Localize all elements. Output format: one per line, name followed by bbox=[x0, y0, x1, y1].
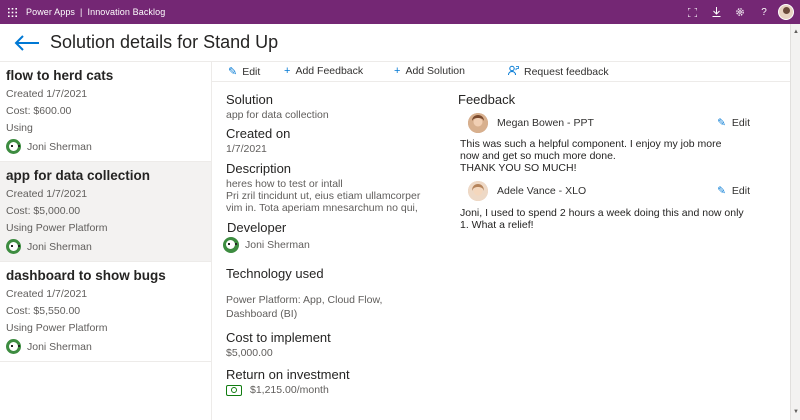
technology-line: Power Platform: App, Cloud Flow, bbox=[226, 294, 383, 306]
feedback-text: This was such a helpful component. I enj… bbox=[458, 138, 758, 174]
panda-avatar-icon bbox=[6, 239, 21, 254]
request-feedback-label: Request feedback bbox=[524, 66, 609, 78]
app-title: Innovation Backlog bbox=[87, 7, 166, 17]
cost-label: Cost to implement bbox=[226, 330, 331, 345]
plus-icon: + bbox=[284, 65, 291, 77]
scroll-up-icon[interactable]: ▲ bbox=[792, 28, 800, 36]
roi-label: Return on investment bbox=[226, 367, 350, 382]
title-separator: | bbox=[80, 7, 83, 17]
feedback-text-line: This was such a helpful component. I enj… bbox=[460, 138, 722, 150]
panda-avatar-icon bbox=[6, 139, 21, 154]
add-solution-button[interactable]: + Add Solution bbox=[394, 65, 465, 77]
list-item-using: Using bbox=[6, 122, 33, 134]
top-bar-actions: ? bbox=[680, 0, 800, 24]
download-icon[interactable] bbox=[704, 0, 728, 24]
solution-detail-panel: Solution app for data collection Created… bbox=[223, 92, 446, 396]
feedback-author: Megan Bowen - PPT bbox=[497, 117, 594, 129]
fit-screen-icon[interactable] bbox=[680, 0, 704, 24]
description-line: heres how to test or intall bbox=[226, 178, 343, 190]
description-line: Pri zril tincidunt ut, eius etiam ullamc… bbox=[226, 190, 421, 202]
list-item-title: app for data collection bbox=[6, 168, 151, 183]
request-feedback-button[interactable]: Request feedback bbox=[508, 65, 609, 79]
description-line: vim in. Tota aperiam mnesarchum no qui, bbox=[226, 202, 418, 214]
edit-label: Edit bbox=[242, 65, 261, 78]
developer-label: Developer bbox=[227, 220, 287, 235]
pencil-icon: ✎ bbox=[717, 117, 726, 129]
command-bar: ✎ Edit + Add Feedback + Add Solution Req… bbox=[212, 62, 790, 82]
feedback-heading: Feedback bbox=[458, 92, 516, 107]
feedback-text: Joni, I used to spend 2 hours a week doi… bbox=[458, 207, 758, 231]
edit-label: Edit bbox=[731, 185, 750, 197]
solution-value: app for data collection bbox=[226, 109, 329, 121]
solution-label: Solution bbox=[226, 92, 273, 107]
back-button[interactable] bbox=[12, 32, 42, 54]
panda-avatar-icon bbox=[223, 237, 239, 253]
feedback-panel: Feedback Megan Bowen - PPT ✎ Edit This w… bbox=[458, 92, 758, 231]
list-item-using: Using Power Platform bbox=[6, 222, 108, 234]
add-feedback-button[interactable]: + Add Feedback bbox=[284, 65, 363, 77]
created-label: Created on bbox=[226, 126, 291, 141]
feedback-author: Adele Vance - XLO bbox=[497, 185, 587, 197]
feedback-text-line: now and get so much more done. bbox=[460, 150, 616, 162]
add-feedback-label: Add Feedback bbox=[295, 65, 364, 77]
feedback-entry-header: Megan Bowen - PPT ✎ Edit bbox=[458, 112, 758, 134]
list-item-person: Joni Sherman bbox=[6, 139, 205, 154]
list-item-created: Created 1/7/2021 bbox=[6, 88, 88, 100]
description-label: Description bbox=[226, 161, 292, 176]
pencil-icon: ✎ bbox=[228, 66, 238, 78]
page-scrollbar[interactable]: ▲ ▼ bbox=[790, 24, 800, 420]
waffle-icon[interactable] bbox=[0, 0, 24, 24]
list-item-cost: Cost: $5,550.00 bbox=[6, 305, 81, 317]
person-name: Joni Sherman bbox=[27, 140, 92, 153]
list-item[interactable]: flow to herd cats Created 1/7/2021 Cost:… bbox=[0, 62, 211, 162]
list-item-cost: Cost: $600.00 bbox=[6, 105, 72, 117]
edit-label: Edit bbox=[731, 117, 750, 129]
list-item-person: Joni Sherman bbox=[6, 239, 205, 254]
cost-value: $5,000.00 bbox=[226, 347, 273, 359]
pencil-icon: ✎ bbox=[717, 185, 726, 197]
roi-value: $1,215.00/month bbox=[250, 384, 329, 396]
page-header: Solution details for Stand Up bbox=[0, 24, 800, 62]
list-item-created: Created 1/7/2021 bbox=[6, 188, 88, 200]
technology-label: Technology used bbox=[226, 266, 324, 281]
panda-avatar-icon bbox=[6, 339, 21, 354]
money-icon bbox=[226, 384, 242, 396]
page-title: Solution details for Stand Up bbox=[50, 32, 279, 52]
arrow-left-icon bbox=[14, 35, 39, 51]
technology-line: Dashboard (BI) bbox=[226, 308, 298, 320]
developer-person: Joni Sherman bbox=[223, 237, 446, 253]
feedback-text-line: THANK YOU SO MUCH! bbox=[460, 162, 577, 174]
help-icon[interactable]: ? bbox=[752, 0, 776, 24]
avatar bbox=[468, 113, 488, 133]
created-value: 1/7/2021 bbox=[226, 143, 267, 155]
list-item[interactable]: app for data collection Created 1/7/2021… bbox=[0, 162, 211, 262]
feedback-edit-button[interactable]: ✎ Edit bbox=[717, 185, 750, 197]
app-name: Power Apps bbox=[26, 7, 76, 17]
avatar bbox=[468, 181, 488, 201]
user-avatar[interactable] bbox=[778, 4, 794, 20]
list-item-using: Using Power Platform bbox=[6, 322, 108, 334]
solutions-list: flow to herd cats Created 1/7/2021 Cost:… bbox=[0, 62, 212, 420]
feedback-edit-button[interactable]: ✎ Edit bbox=[717, 117, 750, 129]
person-feedback-icon bbox=[508, 65, 519, 79]
edit-button[interactable]: ✎ Edit bbox=[228, 65, 261, 79]
settings-icon[interactable] bbox=[728, 0, 752, 24]
list-item-person: Joni Sherman bbox=[6, 339, 205, 354]
list-item-cost: Cost: $5,000.00 bbox=[6, 205, 81, 217]
feedback-text-line: 1. What a relief! bbox=[460, 219, 534, 231]
developer-name: Joni Sherman bbox=[245, 239, 310, 251]
list-item-created: Created 1/7/2021 bbox=[6, 288, 88, 300]
add-solution-label: Add Solution bbox=[405, 65, 465, 77]
list-item-title: dashboard to show bugs bbox=[6, 268, 166, 283]
list-item-title: flow to herd cats bbox=[6, 68, 114, 83]
person-name: Joni Sherman bbox=[27, 240, 92, 253]
person-name: Joni Sherman bbox=[27, 340, 92, 353]
feedback-entry-header: Adele Vance - XLO ✎ Edit bbox=[458, 180, 758, 202]
feedback-text-line: Joni, I used to spend 2 hours a week doi… bbox=[460, 207, 744, 219]
app-top-bar: Power Apps | Innovation Backlog ? bbox=[0, 0, 800, 24]
list-item[interactable]: dashboard to show bugs Created 1/7/2021 … bbox=[0, 262, 211, 362]
plus-icon: + bbox=[394, 65, 401, 77]
scroll-down-icon[interactable]: ▼ bbox=[792, 408, 800, 416]
roi-row: $1,215.00/month bbox=[226, 384, 446, 396]
